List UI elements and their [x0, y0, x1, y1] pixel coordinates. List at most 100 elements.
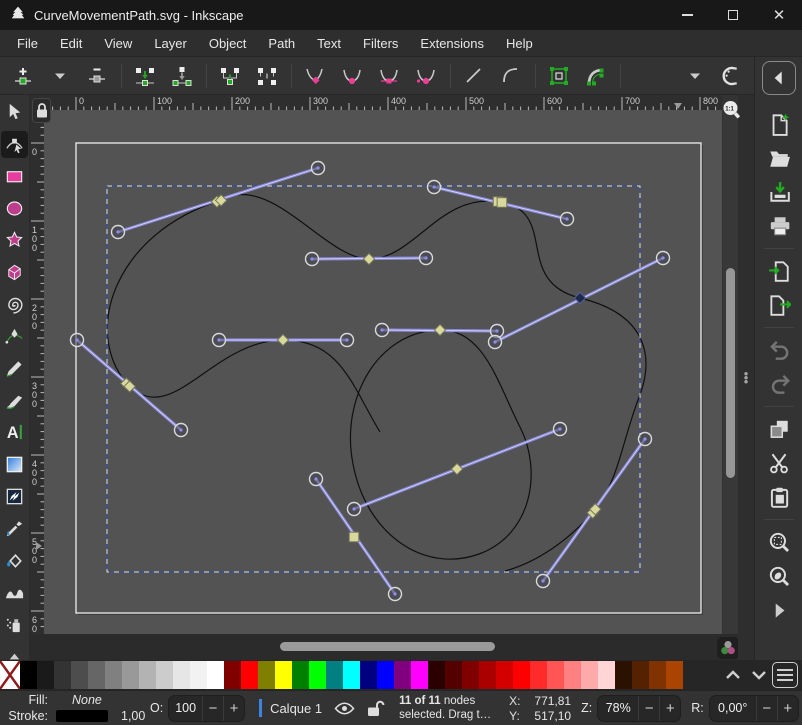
palette-menu-button[interactable]: [772, 662, 798, 688]
handle-endpoint[interactable]: [639, 433, 652, 446]
dock-grip[interactable]: •••: [738, 95, 754, 660]
duplicate-button[interactable]: [762, 412, 796, 446]
palette-swatch-33[interactable]: [581, 661, 598, 689]
menu-extensions[interactable]: Extensions: [409, 33, 495, 54]
calligraphy-tool-button[interactable]: [1, 387, 28, 414]
handle-endpoint[interactable]: [376, 324, 389, 337]
pencil-tool-button[interactable]: [1, 355, 28, 382]
spiral-tool-button[interactable]: [1, 291, 28, 318]
handle-endpoint[interactable]: [213, 334, 226, 347]
zoom-selection-button[interactable]: [762, 525, 796, 559]
palette-swatch-17[interactable]: [309, 661, 326, 689]
node-smooth-button[interactable]: [337, 61, 367, 91]
handle-endpoint[interactable]: [175, 424, 188, 437]
palette-swatch-18[interactable]: [326, 661, 343, 689]
bucket-tool-button[interactable]: [1, 547, 28, 574]
gradient-tool-button[interactable]: [1, 451, 28, 478]
palette-swatch-31[interactable]: [547, 661, 564, 689]
menu-text[interactable]: Text: [306, 33, 352, 54]
palette-swatch-21[interactable]: [377, 661, 394, 689]
handle-endpoint[interactable]: [310, 473, 323, 486]
menu-help[interactable]: Help: [495, 33, 544, 54]
menu-file[interactable]: File: [6, 33, 49, 54]
palette-swatch-6[interactable]: [122, 661, 139, 689]
handle-endpoint[interactable]: [554, 423, 567, 436]
menu-view[interactable]: View: [93, 33, 143, 54]
box3d-tool-button[interactable]: [1, 259, 28, 286]
palette-swatch-25[interactable]: [445, 661, 462, 689]
paste-button[interactable]: [762, 480, 796, 514]
insert-node-dropdown-button[interactable]: [45, 61, 75, 91]
join-segment-button[interactable]: [215, 61, 245, 91]
save-document-button[interactable]: [762, 175, 796, 209]
vertical-ruler[interactable]: 0100200300400500600: [30, 110, 44, 634]
palette-swatch-7[interactable]: [139, 661, 156, 689]
handle-endpoint[interactable]: [389, 588, 402, 601]
lock-guides-icon[interactable]: [32, 98, 51, 123]
delete-segment-button[interactable]: [252, 61, 282, 91]
commands-more-button[interactable]: [762, 593, 796, 627]
rotation-spinbox[interactable]: 0,00° − +: [709, 695, 799, 722]
node-symmetric-button[interactable]: [374, 61, 404, 91]
path-node[interactable]: [493, 197, 506, 208]
palette-scroll-up-button[interactable]: [720, 663, 746, 687]
stroke-width-value[interactable]: 1,00: [121, 709, 145, 723]
insert-node-button[interactable]: [8, 61, 38, 91]
layer-visibility-eye-icon[interactable]: [334, 702, 355, 715]
palette-swatch-0[interactable]: [20, 661, 37, 689]
handle-endpoint[interactable]: [312, 162, 325, 175]
rectangle-tool-button[interactable]: [1, 163, 28, 190]
node-corner-button[interactable]: [300, 61, 330, 91]
maximize-button[interactable]: [710, 0, 756, 30]
rotation-value[interactable]: 0,00°: [710, 696, 756, 721]
handle-endpoint[interactable]: [306, 253, 319, 266]
palette-swatch-27[interactable]: [479, 661, 496, 689]
horizontal-ruler[interactable]: 0100200300400500600700800: [44, 95, 722, 110]
zoom-spinbox[interactable]: 78% − +: [597, 695, 681, 722]
new-document-button[interactable]: [762, 107, 796, 141]
join-nodes-button[interactable]: [130, 61, 160, 91]
handle-endpoint[interactable]: [71, 334, 84, 347]
open-document-button[interactable]: [762, 141, 796, 175]
horizontal-scrollbar-thumb[interactable]: [280, 642, 495, 651]
canvas[interactable]: [44, 110, 722, 634]
rotation-increase-button[interactable]: +: [777, 696, 798, 721]
palette-swatch-3[interactable]: [71, 661, 88, 689]
handle-endpoint[interactable]: [341, 334, 354, 347]
close-button[interactable]: ✕: [756, 0, 802, 30]
segment-curve-button[interactable]: [496, 61, 526, 91]
node-tool-button[interactable]: [1, 131, 28, 158]
object-to-path-button[interactable]: [544, 61, 574, 91]
minimize-button[interactable]: [664, 0, 710, 30]
handle-endpoint[interactable]: [561, 213, 574, 226]
palette-scroll-down-button[interactable]: [746, 663, 772, 687]
zoom-drawing-button[interactable]: [762, 559, 796, 593]
handle-endpoint[interactable]: [420, 252, 433, 265]
palette-swatch-13[interactable]: [241, 661, 258, 689]
palette-swatch-8[interactable]: [156, 661, 173, 689]
palette-swatch-14[interactable]: [258, 661, 275, 689]
opacity-value[interactable]: 100: [169, 696, 202, 721]
selector-tool-button[interactable]: [1, 99, 28, 126]
zoom-value[interactable]: 78%: [598, 696, 638, 721]
print-document-button[interactable]: [762, 209, 796, 243]
opacity-increase-button[interactable]: +: [223, 696, 244, 721]
quick-zoom-icon[interactable]: 1:1: [720, 98, 742, 122]
node-auto-button[interactable]: [411, 61, 441, 91]
palette-swatch-1[interactable]: [37, 661, 54, 689]
palette-swatch-9[interactable]: [173, 661, 190, 689]
palette-swatch-32[interactable]: [564, 661, 581, 689]
palette-swatch-28[interactable]: [496, 661, 513, 689]
segment-line-button[interactable]: [459, 61, 489, 91]
palette-swatch-19[interactable]: [343, 661, 360, 689]
palette-swatch-37[interactable]: [649, 661, 666, 689]
rotation-decrease-button[interactable]: −: [756, 696, 777, 721]
opacity-decrease-button[interactable]: −: [202, 696, 223, 721]
path-node[interactable]: [349, 532, 359, 542]
palette-swatch-15[interactable]: [275, 661, 292, 689]
delete-node-button[interactable]: [82, 61, 112, 91]
palette-swatch-30[interactable]: [530, 661, 547, 689]
handle-endpoint[interactable]: [428, 181, 441, 194]
tweak-tool-button[interactable]: [1, 579, 28, 606]
palette-swatch-11[interactable]: [207, 661, 224, 689]
